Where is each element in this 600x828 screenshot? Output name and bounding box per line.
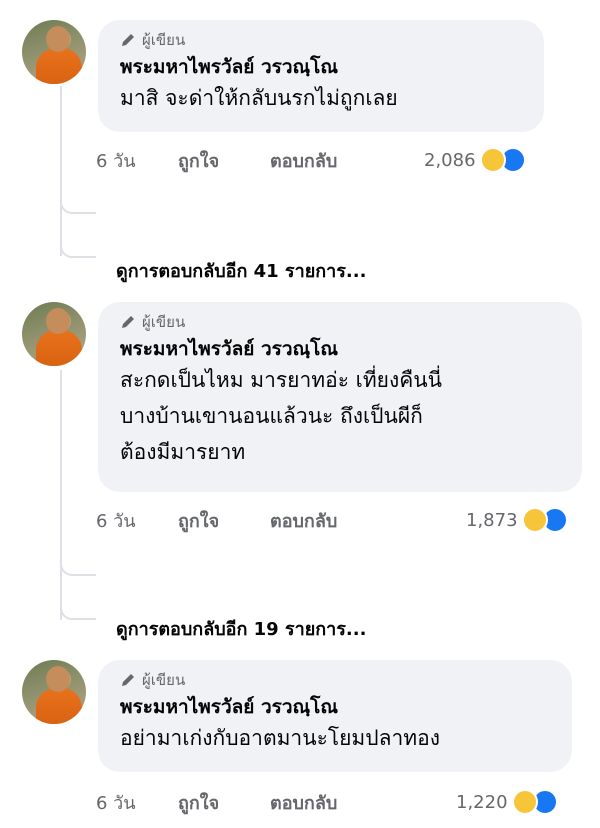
reply-button[interactable]: ตอบกลับ [270,506,390,535]
like-button[interactable]: ถูกใจ [178,146,270,175]
pen-icon [122,674,134,686]
reaction-count: 1,873 [466,509,518,531]
comment: ผู้เขียน พระมหาไพรวัลย์ วรวณฺโณ อย่ามาเก… [22,660,582,780]
comment-text: อย่ามาเก่งกับอาตมานะโยมปลาทอง [120,726,440,750]
reaction-count: 1,220 [456,791,508,813]
pen-icon [122,34,134,46]
reaction-summary[interactable]: 1,220 [456,788,558,816]
thread-branch [60,606,96,620]
comment: ผู้เขียน พระมหาไพรวัลย์ วรวณฺโณ สะกดเป็น… [22,302,582,492]
commenter-name[interactable]: พระมหาไพรวัลย์ วรวณฺโณ [120,336,560,362]
pen-icon [122,316,134,328]
haha-emoji-icon [521,507,548,533]
author-badge-label: ผู้เขียน [142,313,186,331]
view-more-replies[interactable]: ดูการตอบกลับอีก 19 รายการ... [116,614,366,643]
comment-text-line: ต้องมีมารยาท [120,440,246,464]
reply-button[interactable]: ตอบกลับ [270,788,390,817]
like-button[interactable]: ถูกใจ [178,506,270,535]
avatar[interactable] [22,20,86,84]
view-more-replies[interactable]: ดูการตอบกลับอีก 41 รายการ... [116,256,366,285]
author-badge: ผู้เขียน [120,670,550,690]
reaction-summary[interactable]: 1,873 [466,506,568,534]
haha-emoji-icon [479,147,506,173]
author-badge-label: ผู้เขียน [142,671,186,689]
reaction-count: 2,086 [424,149,476,171]
reply-button[interactable]: ตอบกลับ [270,146,390,175]
avatar[interactable] [22,660,86,724]
comment-time[interactable]: 6 วัน [96,146,178,175]
thread-branch [60,562,96,576]
avatar[interactable] [22,302,86,366]
comment: ผู้เขียน พระมหาไพรวัลย์ วรวณฺโณ มาสิ จะด… [22,20,582,140]
comment-text-line: บางบ้านเขานอนแล้วนะ ถึงเป็นผีก็ [120,404,423,428]
author-badge: ผู้เขียน [120,30,522,50]
thread-branch [60,200,96,214]
comment-bubble: ผู้เขียน พระมหาไพรวัลย์ วรวณฺโณ สะกดเป็น… [98,302,582,492]
comment-bubble: ผู้เขียน พระมหาไพรวัลย์ วรวณฺโณ มาสิ จะด… [98,20,544,132]
comment-bubble: ผู้เขียน พระมหาไพรวัลย์ วรวณฺโณ อย่ามาเก… [98,660,572,772]
comment-actions: 6 วัน ถูกใจ ตอบกลับ [96,506,390,534]
haha-emoji-icon [511,789,538,815]
comment-text-line: สะกดเป็นไหม มารยาทอ่ะ เที่ยงคืนนี่ [120,368,442,392]
like-button[interactable]: ถูกใจ [178,788,270,817]
reaction-summary[interactable]: 2,086 [424,146,526,174]
author-badge-label: ผู้เขียน [142,31,186,49]
author-badge: ผู้เขียน [120,312,560,332]
comment-time[interactable]: 6 วัน [96,788,178,817]
comment-time[interactable]: 6 วัน [96,506,178,535]
comment-actions: 6 วัน ถูกใจ ตอบกลับ [96,788,390,816]
comment-actions: 6 วัน ถูกใจ ตอบกลับ [96,146,390,174]
comment-text: มาสิ จะด่าให้กลับนรกไม่ถูกเลย [120,86,398,110]
commenter-name[interactable]: พระมหาไพรวัลย์ วรวณฺโณ [120,694,550,720]
thread-branch [60,244,96,258]
commenter-name[interactable]: พระมหาไพรวัลย์ วรวณฺโณ [120,54,522,80]
